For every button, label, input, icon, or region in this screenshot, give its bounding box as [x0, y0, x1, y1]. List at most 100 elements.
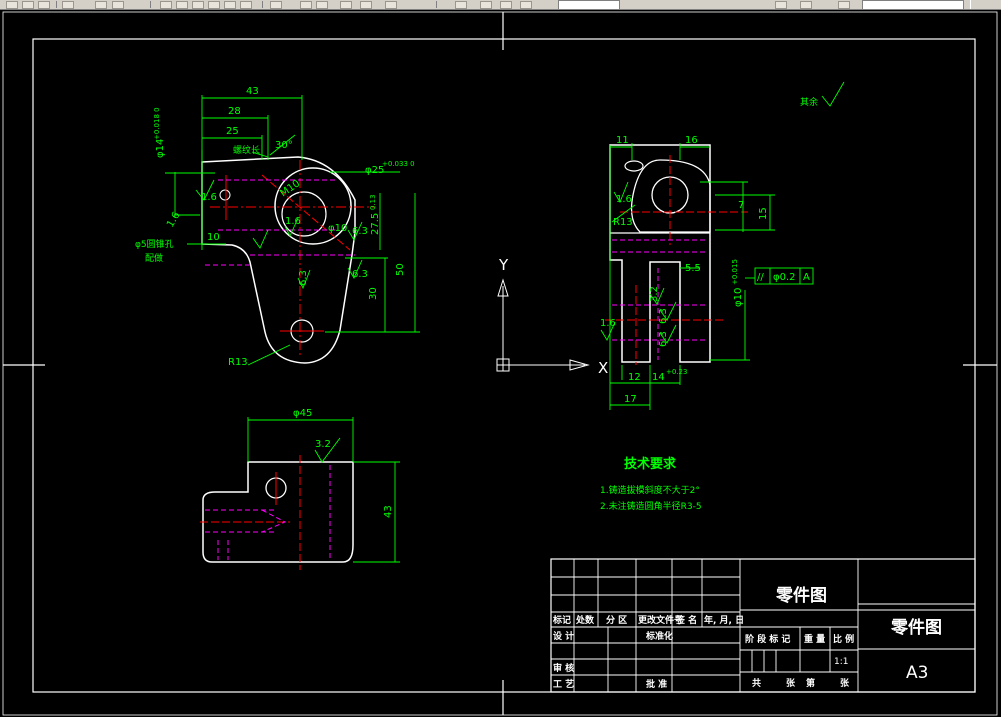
tech-line-1: 1.铸造拔模斜度不大于2°	[600, 484, 700, 496]
rough-6: 1.6	[165, 210, 182, 229]
top-dim-43: 43	[383, 505, 394, 518]
dim-16: 16	[685, 135, 698, 146]
rough-5: 6.3	[298, 270, 309, 286]
tb-header-5: 年, 月, 日	[704, 614, 744, 626]
dim-phi10-side: φ10	[733, 288, 744, 307]
toolbar-button[interactable]	[480, 1, 492, 9]
dim-r13-side: R13	[613, 217, 633, 228]
axis-y-label: Y	[498, 256, 509, 274]
ucs-icon: Y X	[496, 256, 608, 377]
toolbar-button[interactable]	[160, 1, 172, 9]
bore-circle	[281, 191, 327, 237]
tb-review: 审 核	[553, 662, 574, 674]
tb-craft: 工 艺	[553, 678, 574, 690]
rough-1: 1.6	[201, 192, 217, 203]
rough-4: 6.3	[352, 269, 368, 280]
toolbar-button[interactable]	[316, 1, 328, 9]
surface-note-symbol	[821, 81, 845, 107]
toolbar-button[interactable]	[385, 1, 397, 9]
note-taper-hole: φ5圆锥孔	[135, 238, 174, 250]
tol-value: φ0.2	[773, 272, 796, 283]
side-rough-4: 6.3	[658, 331, 669, 347]
toolbar-button[interactable]	[192, 1, 204, 9]
toolbar-button[interactable]	[208, 1, 220, 9]
dim-phi10-tol: +0.015	[731, 259, 739, 285]
toolbar-end	[970, 0, 1001, 9]
toolbar-button[interactable]	[270, 1, 282, 9]
title-block: 零件图 零件图 A3 1:1 标记 处数 分 区 更改文件号 签 名 年, 月,…	[550, 558, 976, 693]
toolbar-button[interactable]	[775, 1, 787, 9]
toolbar-button[interactable]	[300, 1, 312, 9]
tb-footer-2: 第	[806, 677, 815, 689]
toolbar-button[interactable]	[455, 1, 467, 9]
dim-30: 30	[368, 287, 379, 300]
top-view: φ45 43 3.2	[200, 408, 400, 570]
surface-note: 其余	[800, 96, 818, 108]
toolbar-button[interactable]	[224, 1, 236, 9]
toolbar-button[interactable]	[62, 1, 74, 9]
dim-30deg: 30°	[275, 140, 293, 151]
toolbar-button[interactable]	[112, 1, 124, 9]
top-hidden	[261, 509, 287, 533]
dim-12: 12	[628, 372, 641, 383]
side-small-hole	[624, 160, 644, 172]
top-dim-rough: 3.2	[315, 439, 331, 450]
side-rough-2: 3.2	[649, 286, 660, 302]
dim-phi14: φ14	[155, 139, 166, 158]
dim-14-tol: +0.23	[666, 368, 687, 376]
drawing-canvas[interactable]: 43 28 25 30° 10 50 30 R13 φ25 +0.033 0 φ…	[0, 9, 1001, 717]
tol-datum: A	[803, 272, 810, 283]
dim-15: 15	[758, 207, 769, 220]
toolbar-button[interactable]	[6, 1, 18, 9]
tb-header-4: 签 名	[675, 614, 697, 626]
tb-standard: 标准化	[645, 630, 673, 642]
side-boss	[630, 159, 711, 233]
dim-50: 50	[395, 263, 406, 276]
dim-14: 14	[652, 372, 665, 383]
tech-title: 技术要求	[624, 456, 677, 472]
toolbar-separator	[56, 1, 57, 8]
tb-footer-0: 共	[752, 677, 761, 689]
note-drill-together: 配做	[145, 252, 163, 264]
dim-5-5: 5.5	[685, 263, 701, 274]
front-view: 43 28 25 30° 10 50 30 R13 φ25 +0.033 0 φ…	[135, 86, 420, 368]
toolbar-button[interactable]	[176, 1, 188, 9]
tb-weight: 重 量	[804, 633, 825, 645]
dim-27: 27.5	[370, 213, 381, 235]
toolbar-button[interactable]	[800, 1, 812, 9]
toolbar-separator	[150, 1, 151, 8]
toolbar-button[interactable]	[500, 1, 512, 9]
tb-scale-label: 比 例	[833, 633, 854, 645]
note-thread-length: 螺纹长	[233, 144, 260, 156]
scale-value: 1:1	[834, 657, 848, 667]
side-rough-3: 6.3	[658, 308, 669, 324]
dim-phi25-tol: +0.033 0	[382, 160, 415, 168]
toolbar-separator	[436, 1, 437, 8]
toolbar-button[interactable]	[240, 1, 252, 9]
toolbar-button[interactable]	[520, 1, 532, 9]
side-view: 11 16 7 15 R13 5.5 12 14 +0.23 17 φ10 +0…	[600, 135, 814, 410]
side-rough-5: 1.6	[600, 318, 616, 329]
side-rough-1: 1.6	[616, 194, 632, 205]
dim-r13-front: R13	[228, 357, 248, 368]
dim-25: 25	[226, 126, 239, 137]
tb-approve: 批 准	[646, 678, 667, 690]
dim-17: 17	[624, 394, 637, 405]
sheet-size: A3	[906, 663, 928, 683]
toolbar-button[interactable]	[38, 1, 50, 9]
tech-line-2: 2.未注铸造圆角半径R3-5	[600, 500, 702, 512]
toolbar-button[interactable]	[360, 1, 372, 9]
toolbar-button[interactable]	[22, 1, 34, 9]
dim-27-tol: 0.13	[369, 194, 377, 210]
dim-11: 11	[616, 135, 629, 146]
toolbar-button[interactable]	[95, 1, 107, 9]
tb-header-0: 标记	[552, 614, 571, 626]
dim-phi14-tol: +0.018 0	[153, 107, 161, 140]
taper-hole-circle	[219, 189, 231, 201]
rough-2: 1.6	[285, 216, 301, 227]
toolbar-button[interactable]	[340, 1, 352, 9]
toolbar-separator	[262, 1, 263, 8]
dim-43: 43	[246, 86, 259, 97]
tb-header-2: 分 区	[606, 614, 627, 626]
toolbar-button[interactable]	[838, 1, 850, 9]
